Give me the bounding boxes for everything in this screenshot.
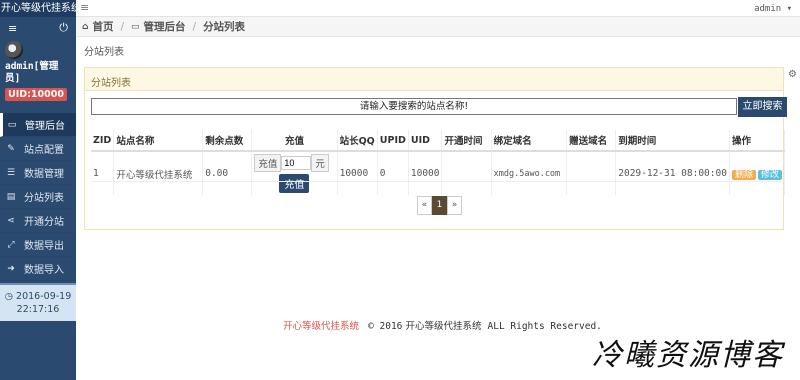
sidebar-item-data-export[interactable]: ⤢ 数据导出 — [0, 233, 76, 257]
breadcrumb-admin[interactable]: 管理后台 — [144, 19, 186, 34]
list-icon: ☰ — [6, 167, 16, 178]
sidebar-item-admin[interactable]: ▭ 管理后台 — [0, 113, 76, 137]
col-recharge: 充值 — [251, 130, 338, 152]
monitor-icon: ▭ — [131, 21, 140, 32]
user-name: admin[管理员] — [5, 61, 59, 84]
pagination: « 1 » — [417, 196, 462, 215]
footer-brand[interactable]: 开心等级代挂系统 — [283, 321, 359, 332]
col-zid: ZID — [91, 130, 115, 152]
sidebar-item-open-substation[interactable]: ⋖ 开通分站 — [0, 209, 76, 233]
power-icon[interactable]: ⏻ — [59, 21, 68, 35]
col-upid: UPID — [377, 130, 409, 152]
col-qq: 站长QQ — [337, 130, 378, 152]
chevron-down-icon: ▾ — [786, 4, 792, 14]
search-row: 请输入要搜索的站点名称! 立即搜索 — [91, 97, 787, 118]
col-expire: 到期时间 — [615, 130, 730, 152]
pagination-next[interactable]: » — [447, 196, 462, 215]
sidebar-item-substation-list[interactable]: ▤ 分站列表 — [0, 185, 76, 209]
menu-icon[interactable]: ≡ — [8, 22, 17, 35]
breadcrumb-separator: / — [120, 20, 124, 33]
col-gift-domain: 赠送域名 — [566, 130, 617, 152]
table-header-row: ZID 站点名称 剩余点数 充值 站长QQ UPID UID 开通时间 绑定域名… — [91, 130, 786, 152]
sidebar-item-data-import[interactable]: ➜ 数据导入 — [0, 257, 76, 281]
sidebar-item-label: 站点配置 — [24, 145, 64, 156]
share-icon: ⋖ — [7, 215, 15, 226]
settings-icon[interactable]: ⚙ — [788, 69, 797, 80]
clock-date: 2016-09-19 — [16, 291, 72, 302]
clock-time: 22:17:16 — [16, 304, 60, 315]
edit-button[interactable]: 修改 — [757, 170, 782, 180]
sidebar-item-label: 数据导出 — [24, 241, 64, 252]
clock-icon: ◷ — [4, 291, 14, 302]
footer-rights: ALL Rights Reserved. — [487, 321, 602, 332]
delete-button[interactable]: 删除 — [731, 170, 756, 180]
footer-copyright: © 2016 — [368, 321, 403, 332]
sidebar-item-label: 数据管理 — [24, 169, 64, 180]
clock-widget: ◷ 2016-09-19 22:17:16 — [0, 283, 76, 321]
substation-panel: 分站列表 请输入要搜索的站点名称! 立即搜索 ZID 站点名称 剩余点数 充值 … — [84, 67, 787, 230]
sidebar-item-label: 管理后台 — [25, 121, 65, 132]
pagination-area: « 1 » — [91, 181, 785, 223]
pagination-prev[interactable]: « — [417, 196, 432, 215]
col-points: 剩余点数 — [202, 130, 253, 152]
col-domain: 绑定域名 — [491, 130, 568, 152]
recharge-unit: 元 — [311, 154, 329, 172]
search-input[interactable]: 请输入要搜索的站点名称! — [91, 98, 737, 115]
sidebar-item-label: 开通分站 — [24, 217, 64, 228]
sidebar-nav: ▭ 管理后台 ✎ 站点配置 ☰ 数据管理 ▤ 分站列表 ⋖ 开通分站 ⤢ 数据导… — [0, 113, 76, 281]
monitor-icon: ▭ — [7, 119, 17, 130]
pagination-current[interactable]: 1 — [432, 196, 447, 215]
user-menu-name: admin — [754, 4, 782, 14]
user-panel: admin[管理员] UID:10000 — [0, 39, 76, 101]
recharge-amount-input[interactable] — [281, 156, 312, 170]
top-bar: ≡ admin ▾ — [76, 0, 800, 17]
page-title: 分站列表 — [84, 47, 124, 58]
breadcrumb-current: 分站列表 — [203, 21, 246, 33]
breadcrumb-home[interactable]: 首页 — [92, 19, 113, 34]
footer: 开心等级代挂系统 © 2016 开心等级代挂系统 ALL Rights Rese… — [283, 318, 602, 332]
footer-name: 开心等级代挂系统 — [405, 321, 482, 332]
uid-badge: UID:10000 — [5, 88, 67, 101]
sidebar-toolbar: ≡ ⏻ — [0, 17, 76, 39]
edit-icon: ✎ — [7, 143, 15, 154]
panel-heading: 分站列表 — [85, 68, 783, 91]
sidebar-item-data-manage[interactable]: ☰ 数据管理 — [0, 161, 76, 185]
sidebar-item-label: 分站列表 — [24, 193, 64, 204]
watermark-logo: 冷曦资源博客 — [592, 338, 784, 373]
breadcrumb-separator: / — [192, 20, 197, 33]
table-icon: ▤ — [6, 191, 16, 202]
col-site-name: 站点名称 — [113, 130, 204, 152]
expand-icon: ⤢ — [7, 239, 15, 250]
sidebar-item-label: 数据导入 — [24, 265, 64, 276]
col-uid: UID — [408, 130, 443, 152]
hamburger-icon[interactable]: ≡ — [80, 1, 89, 14]
breadcrumb: ⌂ 首页 / ▭ 管理后台 / 分站列表 — [76, 17, 800, 37]
col-actions: 操作 — [729, 130, 786, 152]
app-title: 开心等级代挂系统 — [0, 0, 76, 17]
user-menu[interactable]: admin ▾ — [754, 4, 792, 14]
col-open-time: 开通时间 — [441, 130, 492, 152]
sidebar: 开心等级代挂系统 ≡ ⏻ admin[管理员] UID:10000 ▭ 管理后台… — [0, 0, 76, 380]
recharge-label: 充值 — [254, 154, 282, 172]
search-button[interactable]: 立即搜索 — [738, 97, 787, 117]
sign-in-icon: ➜ — [7, 263, 15, 274]
avatar — [5, 41, 23, 59]
sidebar-item-site-config[interactable]: ✎ 站点配置 — [0, 137, 76, 161]
home-icon: ⌂ — [82, 21, 89, 32]
